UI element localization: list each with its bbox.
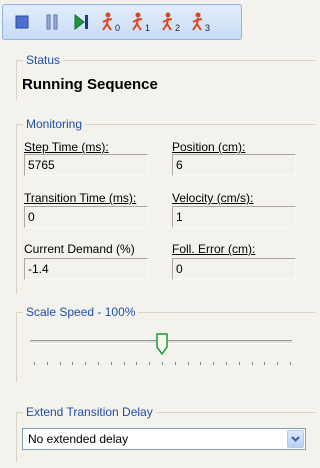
slider-tick — [187, 362, 189, 365]
slider-tick — [98, 362, 99, 365]
toolbar: 0 1 2 3 — [0, 0, 320, 44]
slider-tick — [200, 362, 202, 365]
svg-text:1: 1 — [145, 23, 150, 33]
slider-tick — [264, 362, 266, 365]
seq0-button[interactable]: 0 — [99, 8, 125, 36]
transition-time-field: 0 — [24, 206, 148, 228]
seq2-button[interactable]: 2 — [159, 8, 185, 36]
extend-delay-selected: No extended delay — [28, 432, 129, 446]
step-time-label: Step Time (ms): — [24, 140, 109, 154]
runner-icon: 3 — [192, 12, 210, 33]
runner-icon: 2 — [162, 12, 180, 33]
seq1-button[interactable]: 1 — [129, 8, 155, 36]
svg-text:0: 0 — [115, 23, 120, 33]
slider-tick — [46, 362, 48, 365]
scale-speed-title: Scale Speed - 100% — [23, 305, 139, 319]
step-forward-icon — [74, 13, 88, 31]
step-forward-button[interactable] — [69, 8, 95, 36]
slider-tick — [34, 362, 35, 365]
slider-tick — [174, 362, 176, 365]
velocity-field: 1 — [172, 206, 296, 228]
slider-tick — [226, 362, 227, 365]
svg-text:3: 3 — [205, 23, 210, 33]
stop-button[interactable] — [9, 8, 35, 36]
pause-button[interactable] — [39, 8, 65, 36]
slider-tick — [110, 362, 112, 365]
toolbar-strip: 0 1 2 3 — [2, 4, 242, 40]
velocity-label: Velocity (cm/s): — [172, 191, 254, 205]
seq3-button[interactable]: 3 — [189, 8, 215, 36]
slider-tick — [85, 362, 87, 365]
slider-tick — [136, 362, 138, 365]
runner-icon: 1 — [132, 12, 150, 33]
monitoring-group-title: Monitoring — [23, 117, 86, 131]
current-demand-field: -1.4 — [24, 258, 148, 280]
chevron-down-icon — [291, 436, 300, 442]
extend-delay-title: Extend Transition Delay — [23, 405, 156, 419]
slider-tick — [213, 362, 215, 365]
slider-tick — [290, 362, 291, 365]
position-label: Position (cm): — [172, 140, 246, 154]
slider-tick — [162, 362, 163, 365]
extend-delay-select[interactable]: No extended delay — [22, 428, 306, 450]
slider-tick — [123, 362, 125, 365]
pause-icon — [46, 14, 58, 30]
position-field: 6 — [172, 154, 296, 176]
runner-icon: 0 — [102, 12, 120, 33]
foll-error-label: Foll. Error (cm): — [172, 242, 256, 256]
status-value: Running Sequence — [22, 76, 158, 93]
stop-icon — [15, 15, 29, 29]
slider-tick — [277, 362, 279, 365]
scale-speed-slider-thumb[interactable] — [156, 333, 168, 355]
slider-tick — [251, 362, 253, 365]
slider-tick — [149, 362, 151, 365]
slider-tick — [72, 362, 74, 365]
step-time-field: 5765 — [24, 154, 148, 176]
dropdown-button[interactable] — [287, 430, 304, 448]
foll-error-field: 0 — [172, 258, 296, 280]
current-demand-label: Current Demand (%) — [24, 242, 135, 256]
status-group-title: Status — [23, 53, 64, 67]
slider-tick — [59, 362, 61, 365]
slider-tick — [238, 362, 240, 365]
svg-text:2: 2 — [175, 23, 180, 33]
transition-time-label: Transition Time (ms): — [24, 191, 137, 205]
